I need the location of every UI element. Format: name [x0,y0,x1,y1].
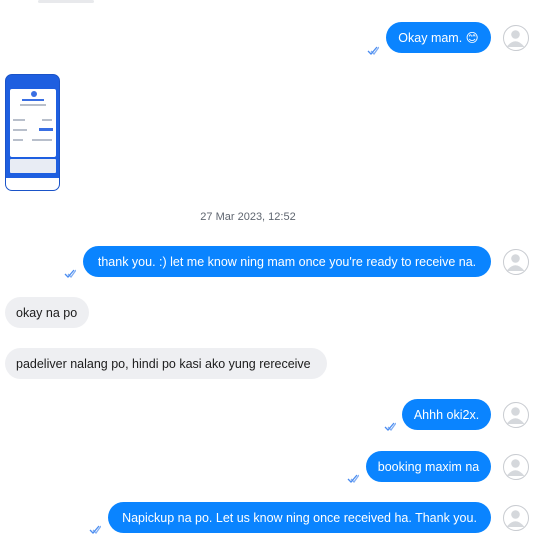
user-avatar[interactable] [503,25,529,51]
message-bubble-incoming[interactable]: padeliver nalang po, hindi po kasi ako y… [5,348,327,379]
read-receipt-icon [347,471,360,484]
message-text: padeliver nalang po, hindi po kasi ako y… [16,356,311,371]
message-bubble-incoming[interactable]: okay na po [5,297,89,328]
message-bubble-outgoing[interactable]: Napickup na po. Let us know ning once re… [108,502,491,533]
message-text: Ahhh oki2x. [413,407,480,422]
user-avatar[interactable] [503,505,529,531]
user-avatar[interactable] [503,249,529,275]
user-avatar[interactable] [503,402,529,428]
receipt-image-attachment[interactable] [5,74,60,191]
user-avatar[interactable] [503,454,529,480]
read-receipt-icon [367,43,380,56]
chat-thread: Okay mam. 😊 27 Mar 2023, 12:52 thank you… [0,0,543,543]
message-bubble-outgoing[interactable]: Okay mam. 😊 [386,22,491,53]
message-text: Okay mam. 😊 [398,30,479,45]
message-bubble-outgoing[interactable]: Ahhh oki2x. [402,399,491,430]
message-bubble-outgoing[interactable]: booking maxim na [366,451,491,482]
receipt-card [10,89,56,157]
message-text: thank you. :) let me know ning mam once … [97,254,477,269]
previous-message-edge [38,0,94,3]
message-bubble-outgoing[interactable]: thank you. :) let me know ning mam once … [83,246,491,277]
read-receipt-icon [384,419,397,432]
receipt-footer-block [10,159,56,173]
timestamp-divider: 27 Mar 2023, 12:52 [200,211,296,223]
message-text: booking maxim na [377,459,480,474]
message-text: okay na po [16,305,78,320]
phone-nav-bar [6,178,59,190]
read-receipt-icon [89,522,102,535]
message-text: Napickup na po. Let us know ning once re… [122,510,477,525]
read-receipt-icon [64,266,77,279]
